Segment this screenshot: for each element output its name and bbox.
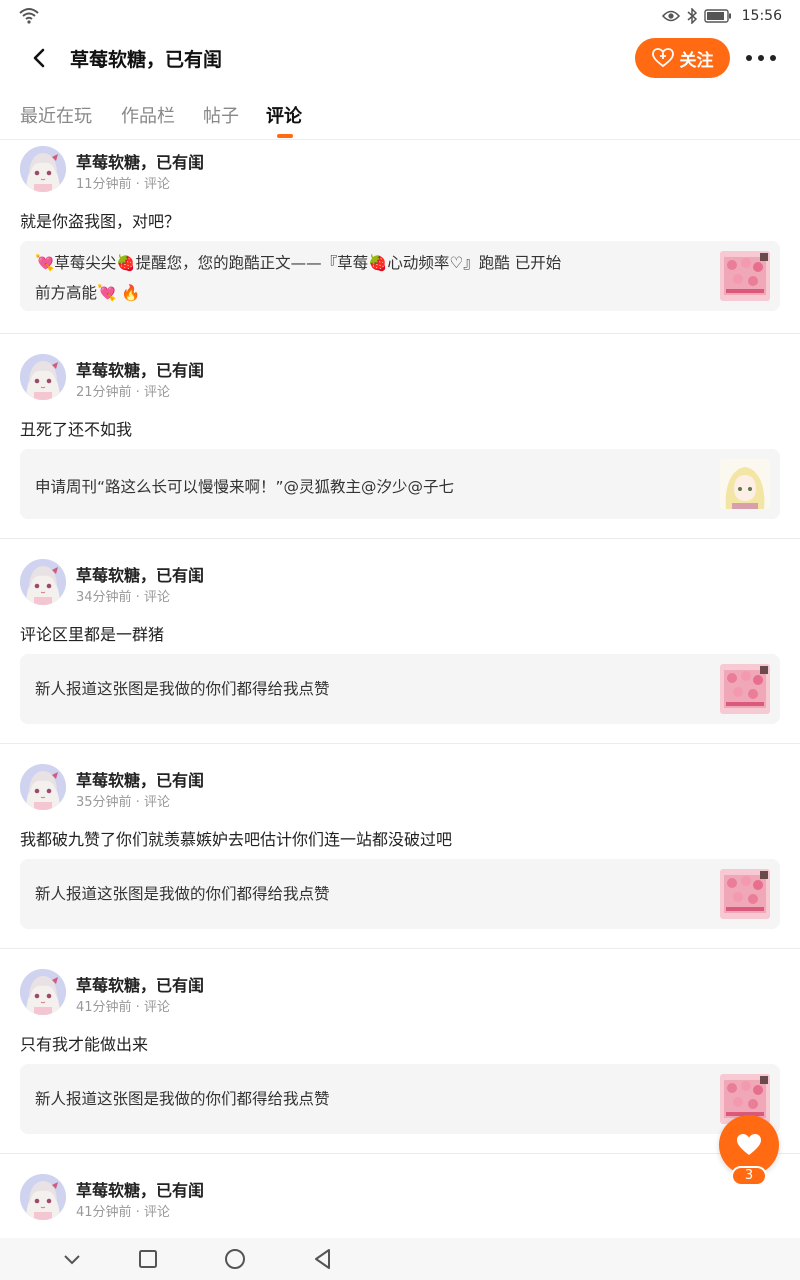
- follow-label: 关注: [679, 50, 714, 71]
- quoted-post-text-line2: 前方高能💘 🔥: [35, 284, 141, 302]
- tab-recently-played[interactable]: 最近在玩: [20, 102, 92, 128]
- comment-text[interactable]: 只有我才能做出来: [20, 1031, 148, 1055]
- profile-header: 草莓软糖，已有闺 关注: [0, 32, 800, 88]
- page-title: 草莓软糖，已有闺: [70, 49, 223, 71]
- status-time: 15:56: [741, 8, 782, 24]
- bluetooth-icon: [687, 8, 697, 24]
- follow-button[interactable]: 关注: [635, 38, 730, 78]
- heart-icon: [737, 1134, 761, 1155]
- like-count-badge: 3: [731, 1166, 767, 1186]
- comment-text[interactable]: 评论区里都是一群猪: [20, 621, 164, 645]
- comment-card: 草莓软糖，已有闺 11分钟前 · 评论 就是你盗我图，对吧？ 💘草莓尖尖🍓提醒您…: [0, 141, 800, 334]
- comment-text[interactable]: 丑死了还不如我: [20, 416, 132, 440]
- quoted-post[interactable]: 申请周刊“路这么长可以慢慢来啊！”@灵狐教主@汐少@子七: [20, 449, 780, 519]
- quoted-post[interactable]: 💘草莓尖尖🍓提醒您，您的跑酷正文——『草莓🍓心动频率♡』跑酷 已开始 前方高能💘…: [20, 241, 780, 311]
- avatar[interactable]: [20, 354, 66, 400]
- comment-time: 21分钟前 · 评论: [76, 385, 170, 400]
- tab-posts[interactable]: 帖子: [203, 102, 239, 128]
- comment-time: 35分钟前 · 评论: [76, 795, 170, 810]
- comment-username[interactable]: 草莓软糖，已有闺: [76, 149, 204, 173]
- comment-card: 草莓软糖，已有闺 41分钟前 · 评论 只有我才能做出来 新人报道这张图是我做的…: [0, 949, 800, 1154]
- tab-comments[interactable]: 评论: [266, 102, 302, 128]
- system-nav-bar: [0, 1238, 800, 1280]
- comment-time: 11分钟前 · 评论: [76, 177, 170, 192]
- quoted-post-thumbnail: [720, 459, 770, 509]
- nav-back-triangle-icon[interactable]: [311, 1247, 335, 1271]
- wifi-icon: [19, 8, 39, 24]
- eye-icon: [661, 10, 680, 22]
- comment-text[interactable]: 我都破九赞了你们就羡慕嫉妒去吧估计你们连一站都没破过吧: [20, 826, 452, 850]
- avatar[interactable]: [20, 1174, 66, 1220]
- nav-circle-icon[interactable]: [223, 1247, 247, 1271]
- avatar[interactable]: [20, 969, 66, 1015]
- avatar[interactable]: [20, 559, 66, 605]
- comment-username[interactable]: 草莓软糖，已有闺: [76, 1177, 204, 1201]
- quoted-post[interactable]: 新人报道这张图是我做的你们都得给我点赞: [20, 654, 780, 724]
- avatar[interactable]: [20, 764, 66, 810]
- tab-bar: 最近在玩 作品栏 帖子 评论: [0, 92, 800, 140]
- back-icon[interactable]: [26, 44, 54, 72]
- comment-username[interactable]: 草莓软糖，已有闺: [76, 357, 204, 381]
- comment-time: 34分钟前 · 评论: [76, 590, 170, 605]
- quoted-post[interactable]: 新人报道这张图是我做的你们都得给我点赞: [20, 859, 780, 929]
- quoted-post-text-line1: 新人报道这张图是我做的你们都得给我点赞: [35, 1090, 330, 1108]
- comment-card: 草莓软糖，已有闺 35分钟前 · 评论 我都破九赞了你们就羡慕嫉妒去吧估计你们连…: [0, 744, 800, 949]
- comment-card: 草莓软糖，已有闺 41分钟前 · 评论: [0, 1154, 800, 1244]
- active-tab-indicator: [277, 134, 293, 138]
- comment-time: 41分钟前 · 评论: [76, 1000, 170, 1015]
- comment-card: 草莓软糖，已有闺 21分钟前 · 评论 丑死了还不如我 申请周刊“路这么长可以慢…: [0, 334, 800, 539]
- quoted-post-text-line1: 新人报道这张图是我做的你们都得给我点赞: [35, 885, 330, 903]
- comment-username[interactable]: 草莓软糖，已有闺: [76, 972, 204, 996]
- comment-username[interactable]: 草莓软糖，已有闺: [76, 562, 204, 586]
- battery-icon: [703, 9, 731, 23]
- nav-square-icon[interactable]: [136, 1247, 160, 1271]
- quoted-post-thumbnail: [720, 664, 770, 714]
- comment-text[interactable]: 就是你盗我图，对吧？: [20, 208, 180, 232]
- tab-works[interactable]: 作品栏: [121, 102, 175, 128]
- more-icon[interactable]: [746, 46, 776, 70]
- quoted-post-thumbnail: [720, 869, 770, 919]
- nav-down-icon[interactable]: [60, 1247, 84, 1271]
- quoted-post[interactable]: 新人报道这张图是我做的你们都得给我点赞: [20, 1064, 780, 1134]
- quoted-post-thumbnail: [720, 251, 770, 301]
- quoted-post-text-line1: 申请周刊“路这么长可以慢慢来啊！”@灵狐教主@汐少@子七: [35, 478, 455, 496]
- heart-plus-icon: [651, 48, 674, 68]
- quoted-post-text-line1: 新人报道这张图是我做的你们都得给我点赞: [35, 680, 330, 698]
- comment-card: 草莓软糖，已有闺 34分钟前 · 评论 评论区里都是一群猪 新人报道这张图是我做…: [0, 539, 800, 744]
- status-bar: 15:56: [0, 0, 800, 32]
- avatar[interactable]: [20, 146, 66, 192]
- quoted-post-text-line1: 💘草莓尖尖🍓提醒您，您的跑酷正文——『草莓🍓心动频率♡』跑酷 已开始: [35, 254, 562, 272]
- comment-time: 41分钟前 · 评论: [76, 1205, 170, 1220]
- comment-username[interactable]: 草莓软糖，已有闺: [76, 767, 204, 791]
